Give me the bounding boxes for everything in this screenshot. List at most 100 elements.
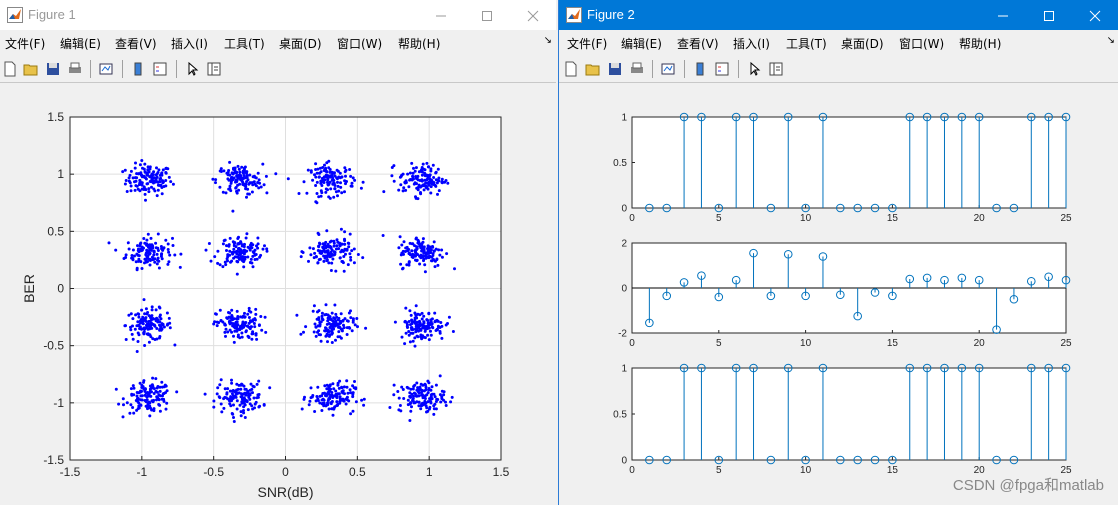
pointer-button[interactable] xyxy=(182,59,202,79)
menu-desktop[interactable]: 桌面(D) xyxy=(279,35,322,52)
scatter-point xyxy=(242,400,246,404)
open-file-button[interactable] xyxy=(21,59,41,79)
figure-1-window[interactable]: Figure 1 文件(F) 编辑(E) 查看(V) 插入(I) 工具(T) 桌… xyxy=(0,0,556,505)
close-button[interactable] xyxy=(1072,0,1118,30)
scatter-point xyxy=(229,260,232,264)
scatter-point xyxy=(256,395,260,399)
scatter-point xyxy=(392,164,396,168)
print-button[interactable] xyxy=(65,59,85,79)
save-button[interactable] xyxy=(605,59,625,79)
scatter-point xyxy=(352,247,356,251)
scatter-point xyxy=(123,324,127,328)
scatter-point xyxy=(403,342,407,346)
menu-view[interactable]: 查看(V) xyxy=(115,35,157,52)
scatter-point xyxy=(388,406,392,409)
scatter-point xyxy=(156,188,160,192)
scatter-point xyxy=(162,385,166,389)
figure-2-window[interactable]: Figure 2 文件(F) 编辑(E) 查看(V) 插入(I) 工具(T) 桌… xyxy=(558,0,1118,505)
scatter-point xyxy=(402,240,406,244)
minimize-button[interactable] xyxy=(980,0,1026,30)
scatter-point xyxy=(427,174,430,177)
figure-canvas[interactable]: 0 5 10 15 20 25 1 0.5 0 0 5 10 15 20 25 2 0 -2 0 5 10 15 20 25 1… xyxy=(559,83,1118,505)
scatter-point xyxy=(300,407,304,411)
scatter-point xyxy=(140,383,144,387)
scatter-point xyxy=(327,166,331,170)
scatter-point xyxy=(318,166,322,170)
minimize-icon xyxy=(998,15,1008,17)
scatter-point xyxy=(307,403,311,407)
colorbar-button[interactable] xyxy=(128,59,148,79)
menu-tools[interactable]: 工具(T) xyxy=(786,35,827,52)
menu-desktop[interactable]: 桌面(D) xyxy=(841,35,884,52)
menu-insert[interactable]: 插入(I) xyxy=(171,35,208,52)
property-inspector-icon xyxy=(769,62,783,76)
scatter-point xyxy=(243,387,247,391)
scatter-point xyxy=(382,190,386,194)
scatter-point xyxy=(216,249,220,253)
property-inspector-button[interactable] xyxy=(766,59,786,79)
figure-canvas[interactable]: -1.5 -1 -0.5 0 0.5 1 1.5 1.5 1 0.5 0 -0.5 -1 -1.5 SNR(… xyxy=(0,83,556,505)
minimize-button[interactable] xyxy=(418,0,464,30)
scatter-point xyxy=(338,244,342,248)
property-inspector-button[interactable] xyxy=(204,59,224,79)
title-bar[interactable]: Figure 1 xyxy=(0,0,556,30)
legend-button[interactable] xyxy=(150,59,170,79)
scatter-point xyxy=(252,396,256,400)
save-button[interactable] xyxy=(43,59,63,79)
scatter-point xyxy=(329,245,333,249)
menu-view[interactable]: 查看(V) xyxy=(677,35,719,52)
scatter-point xyxy=(153,324,157,328)
link-plot-button[interactable] xyxy=(96,59,116,79)
scatter-plot[interactable]: -1.5 -1 -0.5 0 0.5 1 1.5 1.5 1 0.5 0 -0.5 -1 -1.5 SNR(… xyxy=(0,83,556,505)
scatter-point xyxy=(337,175,341,179)
y-tick-label: 0 xyxy=(621,284,627,295)
stem-plots[interactable]: 0 5 10 15 20 2510.500 5 10 15 20 2520-20 5 10 15 20 251… xyxy=(559,83,1118,505)
scatter-point xyxy=(131,406,135,409)
open-file-button[interactable] xyxy=(583,59,603,79)
scatter-point xyxy=(414,196,418,200)
menu-overflow-icon[interactable]: ↘ xyxy=(544,35,552,46)
scatter-point xyxy=(336,180,339,184)
scatter-point xyxy=(328,196,332,200)
scatter-point xyxy=(235,259,239,263)
menu-overflow-icon[interactable]: ↘ xyxy=(1107,35,1115,46)
menu-window[interactable]: 窗口(W) xyxy=(337,35,382,52)
menu-file[interactable]: 文件(F) xyxy=(567,35,607,52)
scatter-point xyxy=(160,322,164,326)
scatter-point xyxy=(417,242,421,246)
colorbar-button[interactable] xyxy=(690,59,710,79)
new-figure-button[interactable] xyxy=(561,59,581,79)
scatter-point xyxy=(240,165,244,169)
scatter-point xyxy=(229,404,233,408)
new-figure-button[interactable] xyxy=(0,59,20,79)
matlab-logo-icon xyxy=(566,7,582,23)
scatter-point xyxy=(251,407,255,411)
title-bar[interactable]: Figure 2 xyxy=(559,0,1118,30)
menu-window[interactable]: 窗口(W) xyxy=(899,35,944,52)
pointer-button[interactable] xyxy=(744,59,764,79)
scatter-point xyxy=(149,236,153,240)
scatter-point xyxy=(222,406,226,410)
scatter-point xyxy=(254,307,258,311)
scatter-point xyxy=(156,249,160,252)
print-button[interactable] xyxy=(627,59,647,79)
menu-help[interactable]: 帮助(H) xyxy=(959,35,1001,52)
scatter-point xyxy=(327,182,331,186)
close-button[interactable] xyxy=(510,0,556,30)
menu-tools[interactable]: 工具(T) xyxy=(224,35,265,52)
scatter-point xyxy=(232,247,236,251)
scatter-point xyxy=(328,240,332,244)
scatter-point xyxy=(166,262,170,266)
scatter-point xyxy=(438,326,442,329)
menu-help[interactable]: 帮助(H) xyxy=(398,35,440,52)
maximize-button[interactable] xyxy=(1026,0,1072,30)
scatter-point xyxy=(350,181,354,185)
menu-file[interactable]: 文件(F) xyxy=(5,35,45,52)
maximize-button[interactable] xyxy=(464,0,510,30)
legend-button[interactable] xyxy=(712,59,732,79)
link-plot-button[interactable] xyxy=(658,59,678,79)
menu-edit[interactable]: 编辑(E) xyxy=(621,35,662,52)
scatter-point xyxy=(345,180,348,183)
menu-edit[interactable]: 编辑(E) xyxy=(60,35,101,52)
menu-insert[interactable]: 插入(I) xyxy=(733,35,770,52)
